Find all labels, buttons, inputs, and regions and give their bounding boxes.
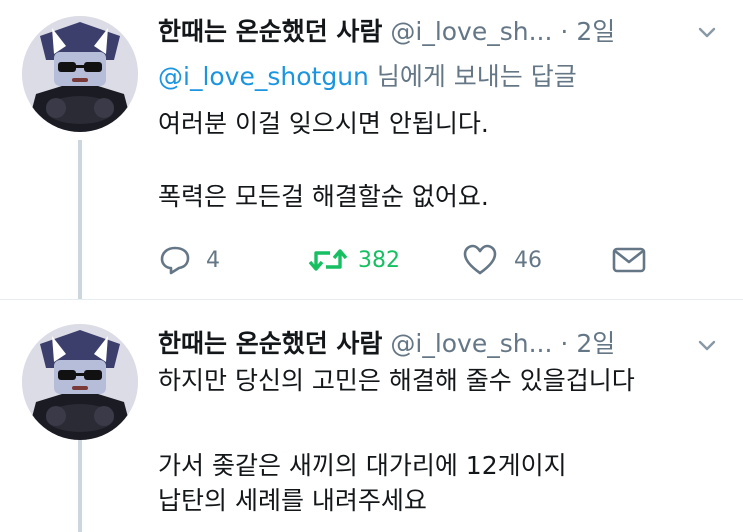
- avatar-image: [22, 16, 138, 132]
- tweet-text-line: 가서 좆같은 새끼의 대가리에 12게이지: [158, 451, 567, 480]
- retweet-count: 382: [358, 247, 400, 273]
- chevron-down-icon[interactable]: [698, 27, 716, 39]
- like-icon: [463, 244, 497, 275]
- separator: ·: [560, 329, 569, 358]
- thread-line: [78, 438, 82, 532]
- reply-count: 4: [206, 247, 220, 273]
- avatar[interactable]: [22, 324, 138, 440]
- avatar-image: [22, 324, 138, 440]
- tweet[interactable]: 한때는 온순했던 사람 @i_love_sh... · 2일 @i_love_s…: [0, 0, 743, 300]
- display-name[interactable]: 한때는 온순했던 사람: [158, 329, 382, 358]
- avatar[interactable]: [22, 16, 138, 132]
- retweet-button[interactable]: 382: [308, 240, 400, 280]
- retweet-icon: [308, 249, 348, 271]
- reply-icon: [160, 246, 190, 275]
- direct-message-button[interactable]: [612, 240, 646, 280]
- display-name[interactable]: 한때는 온순했던 사람: [158, 17, 382, 46]
- tweet-actions: 4 382 46: [158, 240, 658, 280]
- thread-line: [78, 140, 82, 300]
- direct-message-icon: [612, 247, 646, 273]
- tweet-text-line: 폭력은 모든걸 해결할순 없어요.: [158, 182, 489, 211]
- timestamp[interactable]: 2일: [576, 17, 615, 46]
- chevron-down-icon[interactable]: [698, 340, 716, 352]
- tweet-text-line: 하지만 당신의 고민은 해결해 줄수 있을겁니다: [158, 366, 635, 395]
- timestamp[interactable]: 2일: [576, 329, 615, 358]
- like-button[interactable]: 46: [462, 240, 542, 280]
- tweet-header: 한때는 온순했던 사람 @i_love_sh... · 2일: [158, 324, 718, 364]
- tweet-header: 한때는 온순했던 사람 @i_love_sh... · 2일: [158, 12, 718, 52]
- reply-button[interactable]: 4: [158, 240, 220, 280]
- reply-context: @i_love_shotgun 님에게 보내는 답글: [158, 58, 577, 96]
- like-count: 46: [514, 247, 542, 273]
- tweet-text-line: 납탄의 세례를 내려주세요: [158, 486, 427, 515]
- handle[interactable]: @i_love_sh...: [390, 329, 552, 358]
- separator: ·: [560, 17, 569, 46]
- reply-context-label: 님에게 보내는 답글: [376, 62, 577, 91]
- mention-link[interactable]: @i_love_shotgun: [158, 62, 369, 91]
- handle[interactable]: @i_love_sh...: [390, 17, 552, 46]
- tweet[interactable]: 한때는 온순했던 사람 @i_love_sh... · 2일 하지만 당신의 고…: [0, 300, 743, 532]
- tweet-text-line: 여러분 이걸 잊으시면 안됩니다.: [158, 109, 489, 138]
